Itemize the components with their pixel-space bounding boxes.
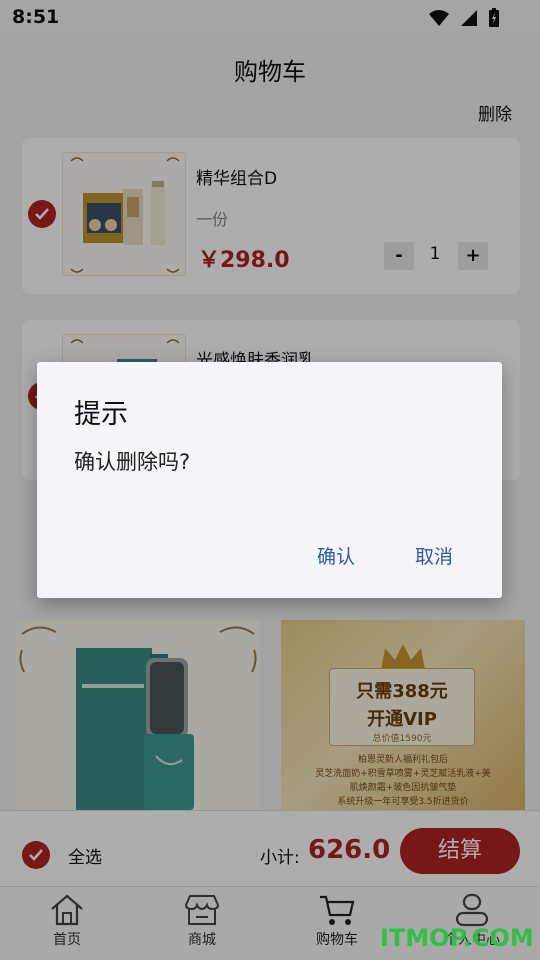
watermark: ITMOP.COM bbox=[380, 924, 534, 952]
confirm-button[interactable]: 确认 bbox=[317, 542, 355, 569]
dialog-message: 确认删除吗? bbox=[74, 450, 191, 474]
confirm-dialog: 提示 确认删除吗? 确认 取消 bbox=[37, 362, 502, 598]
dialog-title: 提示 bbox=[74, 399, 128, 430]
cancel-button[interactable]: 取消 bbox=[415, 542, 453, 569]
